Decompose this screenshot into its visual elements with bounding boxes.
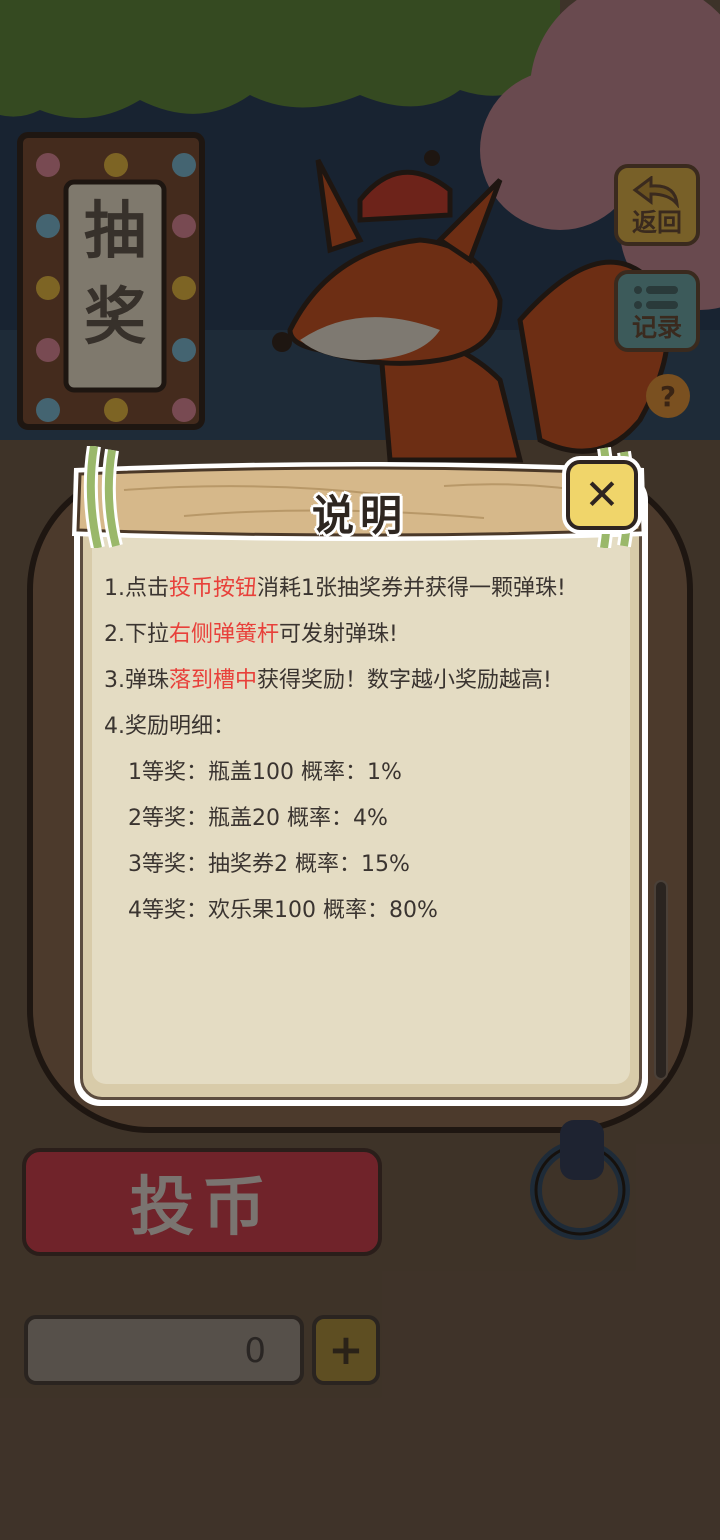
rule-3-rest: 获得奖励！数字越小奖励越高! xyxy=(257,668,552,693)
rule-2-highlight: 右侧弹簧杆 xyxy=(169,622,280,647)
instructions-content: 1.点击投币按钮消耗1张抽奖券并获得一颗弹珠! 2.下拉右侧弹簧杆可发射弹珠! … xyxy=(104,566,604,934)
plus-icon: + xyxy=(328,1325,364,1374)
help-button[interactable]: ? xyxy=(646,374,690,418)
prize-row: 2等奖：瓶盖20 概率：4% xyxy=(128,806,388,831)
rule-4: 4.奖励明细： xyxy=(104,714,235,739)
spring-rod[interactable] xyxy=(654,880,668,1080)
records-button[interactable]: 记录 xyxy=(614,270,700,352)
list-icon xyxy=(634,285,678,309)
add-ticket-button[interactable]: + xyxy=(312,1315,380,1385)
close-icon: ✕ xyxy=(584,470,620,519)
rule-1-rest: 消耗1张抽奖券并获得一颗弹珠! xyxy=(257,576,566,601)
records-label: 记录 xyxy=(631,312,682,342)
rule-1: 1.点击投币按钮消耗1张抽奖券并获得一颗弹珠! xyxy=(104,566,604,612)
ticket-count: 0 xyxy=(244,1331,266,1371)
prize-row: 3等奖：抽奖券2 概率：15% xyxy=(128,852,410,877)
rule-1-highlight: 投币按钮 xyxy=(169,576,258,601)
sign-char-2: 奖 xyxy=(83,280,146,353)
rule-2-prefix: 2.下拉 xyxy=(104,622,169,647)
back-arrow-icon xyxy=(632,175,679,208)
insert-coin-button[interactable]: 投币 xyxy=(22,1148,382,1256)
rule-3-prefix: 3.弹珠 xyxy=(104,668,169,693)
rule-3-highlight: 落到槽中 xyxy=(169,668,258,693)
prize-row: 1等奖：瓶盖100 概率：1% xyxy=(128,760,402,785)
prize-row: 4等奖：欢乐果100 概率：80% xyxy=(128,898,438,923)
rule-1-prefix: 1.点击 xyxy=(104,576,169,601)
lottery-sign: 抽 奖 xyxy=(66,200,164,348)
rule-3: 3.弹珠落到槽中获得奖励！数字越小奖励越高! xyxy=(104,658,604,704)
rule-2: 2.下拉右侧弹簧杆可发射弹珠! xyxy=(104,612,604,658)
back-label: 返回 xyxy=(631,207,682,237)
close-button[interactable]: ✕ xyxy=(566,460,638,530)
ticket-counter: 0 xyxy=(24,1315,304,1385)
sign-char-1: 抽 xyxy=(83,194,146,267)
back-button[interactable]: 返回 xyxy=(614,164,700,246)
insert-coin-label: 投币 xyxy=(130,1171,274,1245)
rule-2-rest: 可发射弹珠! xyxy=(279,622,398,647)
help-icon: ? xyxy=(659,379,677,413)
